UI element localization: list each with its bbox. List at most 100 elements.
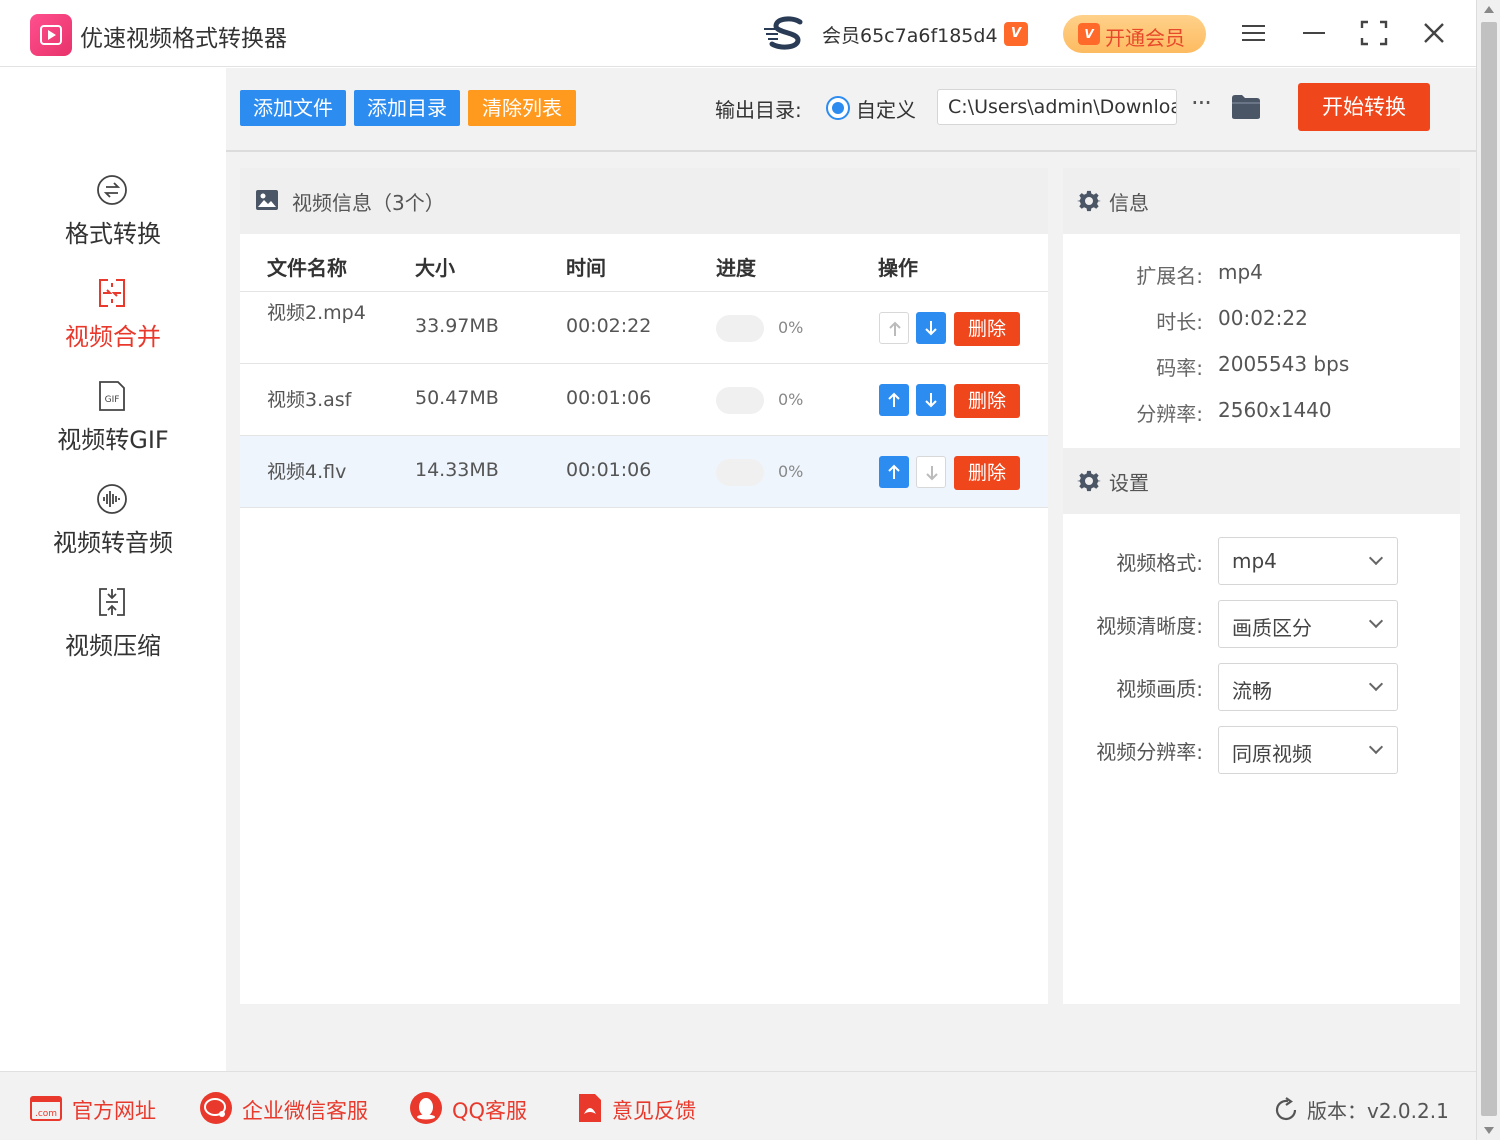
setting-label: 视频格式: bbox=[1116, 551, 1203, 575]
scroll-down-icon[interactable] bbox=[1484, 1127, 1494, 1134]
file-size: 33.97MB bbox=[415, 315, 499, 337]
sidebar-item-label: 视频转音频 bbox=[53, 529, 173, 557]
move-down-button[interactable] bbox=[916, 312, 946, 344]
table-header: 文件名称 大小 时间 进度 操作 bbox=[240, 234, 1048, 292]
info-label: 码率: bbox=[1156, 356, 1203, 380]
column-header: 时间 bbox=[566, 256, 606, 280]
video-list-panel: 视频信息（3个） 文件名称 大小 时间 进度 操作 视频2.mp4 33.97M… bbox=[240, 168, 1048, 1004]
qq-service-link[interactable]: QQ客服 bbox=[410, 1092, 535, 1124]
progress-bar bbox=[716, 459, 764, 486]
arrow-up-icon bbox=[889, 321, 901, 336]
progress-bar bbox=[716, 315, 764, 342]
progress-bar bbox=[716, 387, 764, 414]
move-up-button[interactable] bbox=[879, 312, 909, 344]
move-up-button[interactable] bbox=[879, 456, 909, 488]
file-name: 视频3.asf bbox=[267, 389, 352, 411]
sidebar-item-video-to-audio[interactable]: 视频转音频 bbox=[0, 483, 226, 579]
sidebar-item-format-convert[interactable]: 格式转换 bbox=[0, 174, 226, 270]
chevron-down-icon bbox=[1368, 676, 1384, 692]
add-folder-button[interactable]: 添加目录 bbox=[354, 90, 460, 126]
file-name: 视频2.mp4 bbox=[267, 302, 366, 324]
custom-radio-label[interactable]: 自定义 bbox=[856, 94, 916, 123]
close-icon[interactable] bbox=[1417, 17, 1451, 49]
wechat-service-link[interactable]: 企业微信客服 bbox=[200, 1092, 370, 1124]
sidebar-item-video-compress[interactable]: 视频压缩 bbox=[0, 586, 226, 682]
menu-icon[interactable] bbox=[1237, 17, 1271, 49]
info-label: 分辨率: bbox=[1136, 402, 1203, 426]
column-header: 文件名称 bbox=[267, 256, 347, 280]
title-bar: 优速视频格式转换器 会员65c7a6f185d4 V V 开通会员 bbox=[0, 0, 1476, 67]
minimize-icon[interactable] bbox=[1297, 17, 1331, 49]
move-up-button[interactable] bbox=[879, 384, 909, 416]
file-size: 50.47MB bbox=[415, 387, 499, 409]
audio-icon bbox=[97, 484, 127, 514]
table-row[interactable]: 视频2.mp4 33.97MB 00:02:22 0% 删除 bbox=[240, 292, 1048, 364]
info-label: 时长: bbox=[1156, 310, 1203, 334]
column-header: 大小 bbox=[415, 256, 455, 280]
setting-label: 视频清晰度: bbox=[1096, 614, 1203, 638]
more-options-icon[interactable]: ··· bbox=[1186, 88, 1216, 124]
refresh-icon bbox=[1275, 1097, 1297, 1121]
sidebar-item-video-to-gif[interactable]: GIF 视频转GIF bbox=[0, 380, 226, 476]
footer: .com 官方网址 企业微信客服 QQ客服 意见反馈 版本：v2.0.2.1 bbox=[0, 1071, 1476, 1140]
sidebar-item-label: 视频合并 bbox=[65, 323, 161, 351]
svg-text:GIF: GIF bbox=[105, 395, 120, 405]
sidebar-item-label: 视频转GIF bbox=[57, 426, 169, 454]
scroll-up-icon[interactable] bbox=[1484, 6, 1494, 13]
custom-radio[interactable] bbox=[826, 96, 850, 120]
chevron-down-icon bbox=[1368, 613, 1384, 629]
compress-icon bbox=[99, 588, 125, 616]
arrow-down-icon bbox=[925, 321, 937, 336]
convert-icon bbox=[97, 175, 127, 205]
move-down-button[interactable] bbox=[916, 384, 946, 416]
video-resolution-select[interactable]: 同原视频 bbox=[1218, 726, 1398, 774]
delete-button[interactable]: 删除 bbox=[954, 456, 1020, 490]
feedback-icon bbox=[579, 1094, 601, 1122]
select-value: 画质区分 bbox=[1232, 616, 1312, 640]
vip-icon: V bbox=[1004, 22, 1028, 46]
window-scrollbar[interactable] bbox=[1476, 0, 1500, 1140]
wechat-work-icon bbox=[200, 1092, 232, 1124]
app-title: 优速视频格式转换器 bbox=[80, 26, 287, 52]
output-path-input[interactable]: C:\Users\admin\Downloads bbox=[937, 89, 1177, 125]
select-value: mp4 bbox=[1232, 549, 1277, 573]
fullscreen-icon[interactable] bbox=[1357, 17, 1391, 49]
feedback-link[interactable]: 意见反馈 bbox=[574, 1092, 704, 1124]
video-quality-select[interactable]: 流畅 bbox=[1218, 663, 1398, 711]
qq-service-label: QQ客服 bbox=[452, 1099, 528, 1123]
qq-icon bbox=[410, 1092, 442, 1124]
add-file-button[interactable]: 添加文件 bbox=[240, 90, 346, 126]
official-site-link[interactable]: .com 官方网址 bbox=[30, 1092, 160, 1124]
clear-list-button[interactable]: 清除列表 bbox=[468, 90, 576, 126]
version-label: 版本：v2.0.2.1 bbox=[1307, 1099, 1449, 1123]
official-site-label: 官方网址 bbox=[72, 1099, 156, 1123]
file-name: 视频4.flv bbox=[267, 461, 347, 483]
delete-button[interactable]: 删除 bbox=[954, 384, 1020, 418]
open-vip-button[interactable]: V 开通会员 bbox=[1063, 15, 1206, 53]
start-convert-button[interactable]: 开始转换 bbox=[1298, 83, 1430, 131]
progress-text: 0% bbox=[778, 318, 804, 337]
video-clarity-select[interactable]: 画质区分 bbox=[1218, 600, 1398, 648]
settings-title: 设置 bbox=[1109, 471, 1149, 495]
video-list-title: 视频信息（3个） bbox=[292, 191, 445, 215]
wechat-service-label: 企业微信客服 bbox=[242, 1099, 368, 1123]
column-header: 进度 bbox=[716, 256, 756, 280]
progress-text: 0% bbox=[778, 462, 804, 481]
video-format-select[interactable]: mp4 bbox=[1218, 537, 1398, 585]
move-down-button[interactable] bbox=[916, 456, 946, 488]
info-title: 信息 bbox=[1109, 191, 1149, 215]
scroll-thumb[interactable] bbox=[1481, 22, 1497, 1116]
info-value: 2560x1440 bbox=[1218, 398, 1332, 422]
setting-label: 视频画质: bbox=[1116, 677, 1203, 701]
table-row[interactable]: 视频4.flv 14.33MB 00:01:06 0% 删除 bbox=[240, 436, 1048, 508]
image-icon bbox=[256, 190, 278, 210]
output-dir-label: 输出目录: bbox=[715, 98, 802, 122]
svg-text:.com: .com bbox=[35, 1109, 57, 1119]
table-row[interactable]: 视频3.asf 50.47MB 00:01:06 0% 删除 bbox=[240, 364, 1048, 436]
sidebar-item-video-merge[interactable]: 视频合并 bbox=[0, 277, 226, 373]
delete-button[interactable]: 删除 bbox=[954, 312, 1020, 346]
arrow-up-icon bbox=[888, 392, 900, 407]
info-value: mp4 bbox=[1218, 260, 1263, 284]
folder-icon[interactable] bbox=[1230, 92, 1262, 122]
column-header: 操作 bbox=[878, 256, 918, 280]
